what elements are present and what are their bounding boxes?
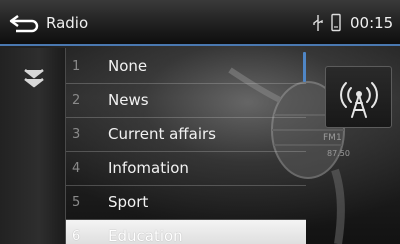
- list-item[interactable]: 5 Sport: [66, 186, 306, 220]
- usb-icon: [313, 15, 323, 31]
- list-item-number: 6: [72, 229, 81, 244]
- list-item-label: Education: [108, 227, 183, 244]
- double-chevron-down-icon[interactable]: [14, 64, 54, 94]
- sidebar: [0, 48, 66, 244]
- clock: 00:15: [350, 14, 394, 32]
- list-scrollbar[interactable]: [303, 52, 306, 82]
- station-button[interactable]: [325, 66, 392, 128]
- radio-tower-icon: [340, 82, 378, 118]
- list-item-label: Sport: [108, 193, 149, 211]
- list-item-selected[interactable]: 6 Education: [66, 220, 306, 244]
- list-item[interactable]: 4 Infomation: [66, 152, 306, 186]
- list-item-label: News: [108, 91, 149, 109]
- top-bar: Radio 00:15: [0, 0, 400, 46]
- frequency-label: 87.50: [327, 149, 350, 158]
- back-arrow-icon[interactable]: [8, 12, 40, 36]
- list-item-label: None: [108, 57, 148, 75]
- page-title: Radio: [46, 14, 89, 32]
- list-item-label: Infomation: [108, 159, 189, 177]
- list-item[interactable]: 3 Current affairs: [66, 118, 306, 152]
- list-item-number: 5: [72, 195, 81, 210]
- list-item-number: 2: [72, 93, 81, 108]
- list-item-number: 1: [72, 59, 81, 74]
- list-item-number: 4: [72, 161, 81, 176]
- list-item-number: 3: [72, 127, 81, 142]
- band-label: FM1: [323, 133, 342, 143]
- radio-screen: Radio 00:15 1 None 2 News 3 Current affa…: [0, 0, 400, 244]
- list-item[interactable]: 1 None: [66, 50, 306, 84]
- program-type-list: 1 None 2 News 3 Current affairs 4 Infoma…: [66, 50, 306, 244]
- list-item-label: Current affairs: [108, 125, 216, 143]
- list-item[interactable]: 2 News: [66, 84, 306, 118]
- phone-icon: [331, 13, 341, 32]
